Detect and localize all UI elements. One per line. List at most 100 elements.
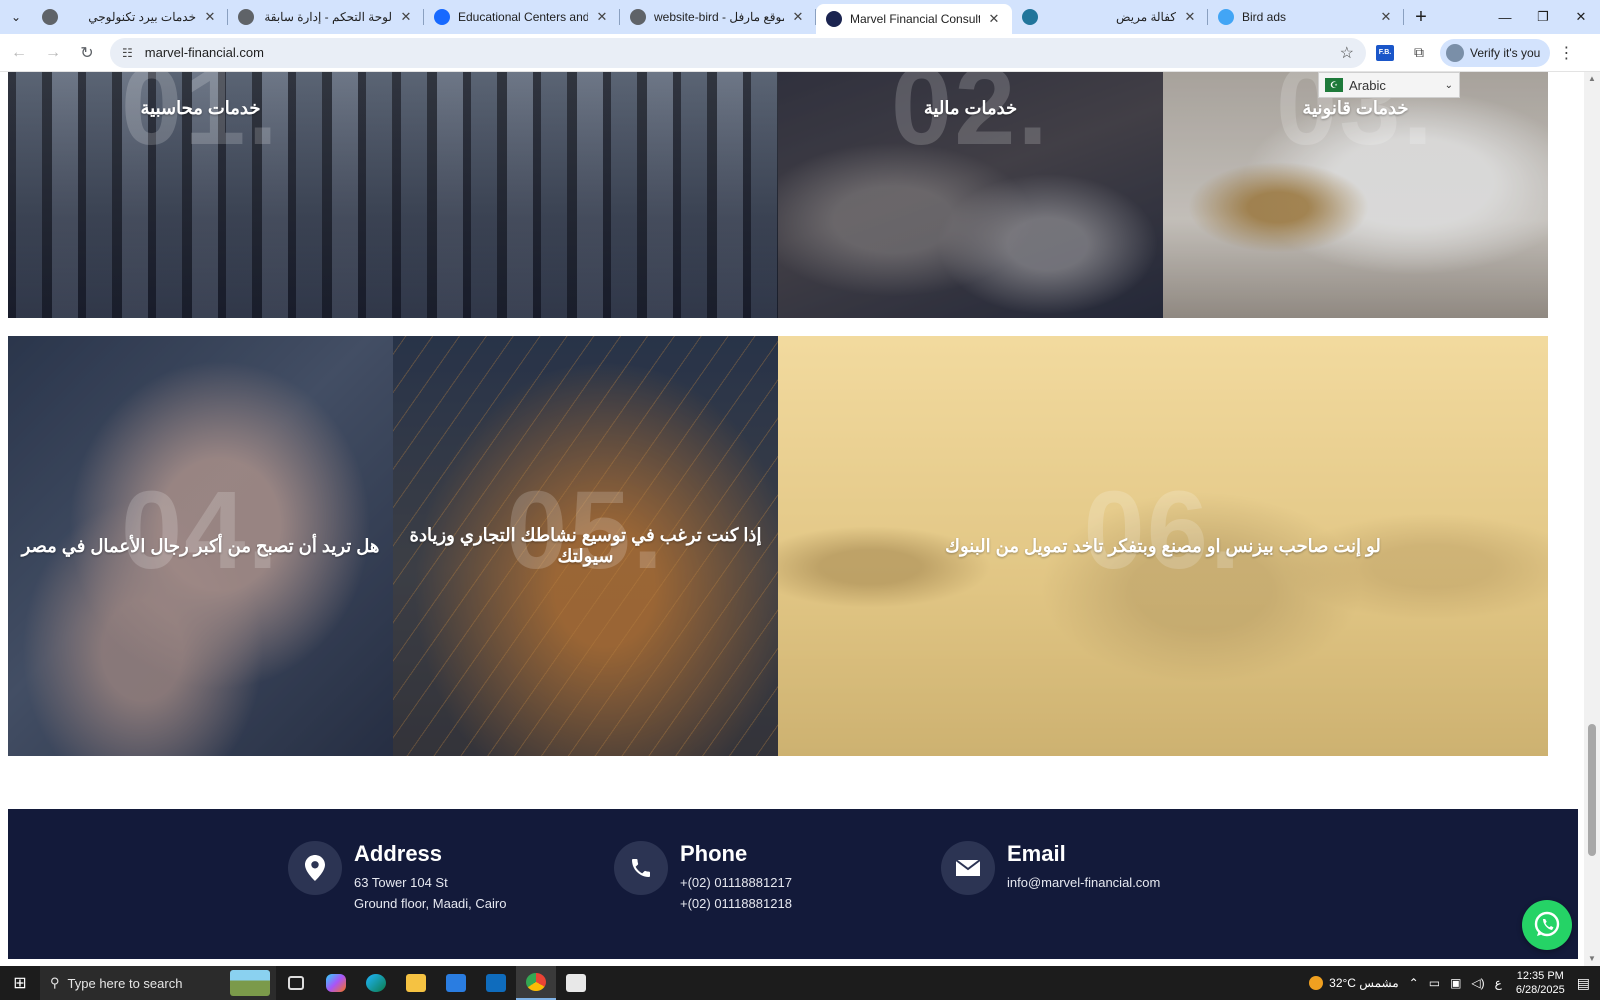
globe-icon: [630, 9, 646, 25]
marvel-icon: [826, 11, 842, 27]
browser-tab[interactable]: Educational Centers and Courses ✕: [424, 0, 620, 34]
service-card-financial[interactable]: 02. خدمات مالية: [778, 72, 1163, 318]
close-tab-icon[interactable]: ✕: [986, 11, 1002, 27]
language-label: Arabic: [1349, 77, 1386, 93]
bookmark-star-icon[interactable]: ☆: [1340, 43, 1354, 63]
search-placeholder: Type here to search: [67, 975, 183, 991]
forward-button[interactable]: →: [38, 38, 68, 68]
task-view-icon[interactable]: [276, 966, 316, 1000]
service-card-expansion[interactable]: 05. إذا كنت ترغب في توسيع نشاطك التجاري …: [393, 336, 778, 756]
taskbar-search[interactable]: ⚲ Type here to search: [40, 966, 276, 1000]
whatsapp-icon: [1534, 911, 1560, 937]
tab-title: Educational Centers and Courses: [458, 10, 588, 24]
notepad-icon[interactable]: [556, 966, 596, 1000]
close-window-button[interactable]: ✕: [1562, 0, 1600, 34]
minimize-button[interactable]: —: [1486, 0, 1524, 34]
meet-now-icon[interactable]: ▭: [1429, 976, 1440, 990]
input-language[interactable]: ع: [1495, 976, 1502, 990]
browser-menu-icon[interactable]: ⋮: [1556, 43, 1576, 63]
close-tab-icon[interactable]: ✕: [1378, 9, 1394, 25]
address-bar[interactable]: ☷ marvel-financial.com ☆: [110, 37, 1366, 68]
tab-separator: [1403, 9, 1404, 25]
window-controls: — ❐ ✕: [1486, 0, 1600, 34]
restore-button[interactable]: ❐: [1524, 0, 1562, 34]
tab-title: خدمات بيرد تكنولوجي: [88, 10, 196, 24]
contact-address: Address 63 Tower 104 St Ground floor, Ma…: [288, 841, 506, 911]
phone-icon: [614, 841, 668, 895]
contact-heading: Phone: [680, 841, 748, 866]
extensions-puzzle-icon[interactable]: ⧉: [1404, 38, 1434, 68]
service-title: خدمات محاسبية: [140, 98, 261, 118]
service-card-entrepreneur[interactable]: 04. هل تريد أن تصبح من أكبر رجال الأعمال…: [8, 336, 393, 756]
service-card-legal[interactable]: 03. خدمات قانونية: [1163, 72, 1548, 318]
tab-title: لوحة التحكم - إدارة سابقة الأعمال: [262, 10, 392, 24]
tab-title: كفالة مريض: [1116, 10, 1176, 24]
microsoft-store-icon[interactable]: [436, 966, 476, 1000]
windows-start-icon[interactable]: ⊞: [0, 966, 40, 1000]
new-tab-button[interactable]: +: [1404, 0, 1438, 34]
fb-extension-button[interactable]: F.B.: [1370, 38, 1400, 68]
close-tab-icon[interactable]: ✕: [790, 9, 806, 25]
copilot-icon[interactable]: [316, 966, 356, 1000]
browser-tab[interactable]: كفالة مريض ✕: [1012, 0, 1208, 34]
tab-strip: ⌄ خدمات بيرد تكنولوجي ✕ لوحة التحكم - إدار…: [0, 0, 1600, 34]
fb-extension-icon: F.B.: [1376, 44, 1394, 61]
verify-label: Verify it's you: [1470, 45, 1541, 60]
weather-sun-icon[interactable]: [1309, 976, 1324, 990]
network-icon[interactable]: ▣: [1450, 976, 1461, 990]
contact-phone: Phone +(02) 01118881217 +(02) 0111888121…: [614, 841, 792, 911]
system-tray: 32°C مشمس ⌃ ▭ ▣ ◁) ع 12:35 PM 6/28/2025 …: [1309, 969, 1600, 997]
close-tab-icon[interactable]: ✕: [202, 9, 218, 25]
service-card-accounting[interactable]: 01. خدمات محاسبية: [8, 72, 393, 318]
language-select[interactable]: ☪ Arabic ⌄: [1318, 72, 1460, 98]
file-explorer-icon[interactable]: [396, 966, 436, 1000]
phone-line-2[interactable]: +(02) 01118881218: [680, 896, 792, 911]
scroll-up-arrow-icon[interactable]: ▲: [1584, 72, 1600, 86]
tab-title: Bird ads: [1242, 10, 1287, 24]
scroll-thumb[interactable]: [1588, 724, 1596, 856]
chevron-up-icon[interactable]: ⌃: [1409, 976, 1419, 990]
service-card-bank-financing[interactable]: 06. لو إنت صاحب بيزنس او مصنع وبتفكر تاخ…: [778, 336, 1548, 756]
reload-button[interactable]: ↻: [72, 38, 102, 68]
tab-search-button[interactable]: ⌄: [0, 0, 32, 34]
chrome-icon[interactable]: [516, 966, 556, 1000]
profile-verify-button[interactable]: Verify it's you: [1440, 38, 1551, 67]
close-tab-icon[interactable]: ✕: [1182, 9, 1198, 25]
weather-text[interactable]: 32°C مشمس: [1329, 976, 1399, 990]
clock[interactable]: 12:35 PM 6/28/2025: [1516, 969, 1565, 997]
chevron-down-icon: ⌄: [1444, 79, 1453, 91]
browser-tab[interactable]: Bird ads ✕: [1208, 0, 1404, 34]
contact-heading: Email: [1007, 841, 1066, 866]
notifications-icon[interactable]: ▤: [1577, 975, 1590, 992]
scroll-down-arrow-icon[interactable]: ▼: [1584, 952, 1600, 966]
browser-tab[interactable]: website-bird - موقع مارفل ✕: [620, 0, 816, 34]
contact-email: Email info@marvel-financial.com: [941, 841, 1160, 895]
flutter-icon: [1218, 9, 1234, 25]
close-tab-icon[interactable]: ✕: [398, 9, 414, 25]
service-title: هل تريد أن تصبح من أكبر رجال الأعمال في …: [21, 535, 380, 556]
search-icon: ⚲: [50, 975, 60, 990]
whatsapp-chat-button[interactable]: [1522, 900, 1572, 950]
browser-tab[interactable]: لوحة التحكم - إدارة سابقة الأعمال ✕: [228, 0, 424, 34]
globe-icon: [238, 9, 254, 25]
email-address[interactable]: info@marvel-financial.com: [1007, 875, 1160, 890]
envelope-icon: [941, 841, 995, 895]
edge-icon[interactable]: [356, 966, 396, 1000]
browser-tab[interactable]: Marvel Financial Consultancy ✕: [816, 4, 1012, 34]
phone-line-1[interactable]: +(02) 01118881217: [680, 875, 792, 890]
windows-taskbar: ⊞ ⚲ Type here to search 32°C مشمس ⌃ ▭ ▣ …: [0, 966, 1600, 1000]
close-tab-icon[interactable]: ✕: [594, 9, 610, 25]
service-title: خدمات قانونية: [1302, 98, 1409, 118]
tab-list: خدمات بيرد تكنولوجي ✕ لوحة التحكم - إدارة …: [32, 0, 1404, 34]
site-info-icon[interactable]: ☷: [122, 46, 133, 60]
volume-icon[interactable]: ◁): [1471, 976, 1484, 990]
map-pin-icon: [288, 841, 342, 895]
url-text[interactable]: marvel-financial.com: [145, 45, 1340, 60]
page-scrollbar[interactable]: ▲ ▼: [1584, 72, 1600, 966]
address-line-2: Ground floor, Maadi, Cairo: [354, 896, 507, 911]
page-viewport: ☪ Arabic ⌄ 01. خدمات محاسبية 02. خدمات م…: [0, 72, 1584, 966]
browser-tab[interactable]: خدمات بيرد تكنولوجي ✕: [32, 0, 228, 34]
outlook-icon[interactable]: [476, 966, 516, 1000]
service-number: 06.: [1083, 469, 1243, 592]
back-button[interactable]: ←: [4, 38, 34, 68]
